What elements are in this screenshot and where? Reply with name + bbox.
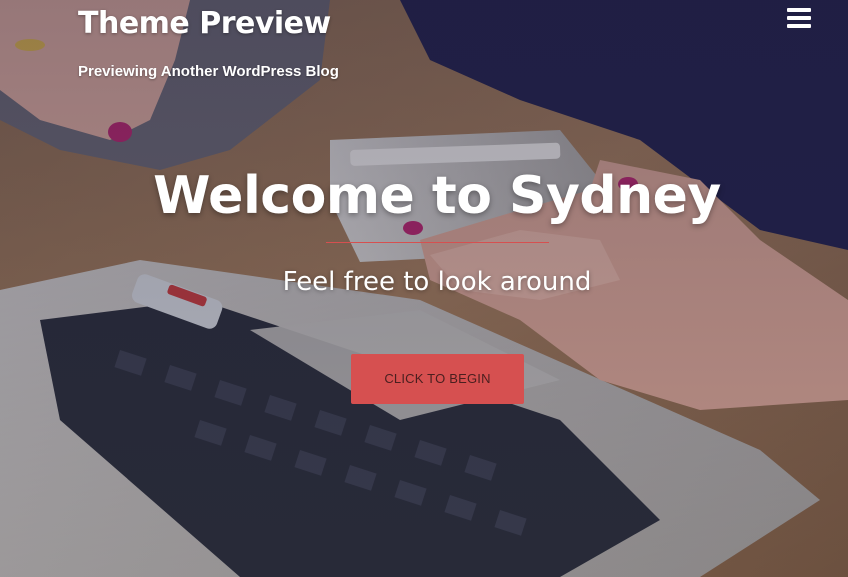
hero-section: Theme Preview Previewing Another WordPre… bbox=[0, 0, 848, 577]
menu-bar-middle bbox=[787, 16, 811, 20]
site-title[interactable]: Theme Preview bbox=[78, 6, 331, 41]
hero-title: Welcome to Sydney bbox=[153, 166, 721, 226]
site-description: Previewing Another WordPress Blog bbox=[78, 63, 339, 80]
menu-bar-top bbox=[787, 8, 811, 12]
hamburger-menu-icon[interactable] bbox=[784, 6, 812, 32]
click-to-begin-button[interactable]: CLICK TO BEGIN bbox=[351, 354, 524, 404]
hero-divider bbox=[326, 242, 549, 243]
menu-bar-bottom bbox=[787, 24, 811, 28]
hero-subtitle: Feel free to look around bbox=[282, 267, 592, 297]
